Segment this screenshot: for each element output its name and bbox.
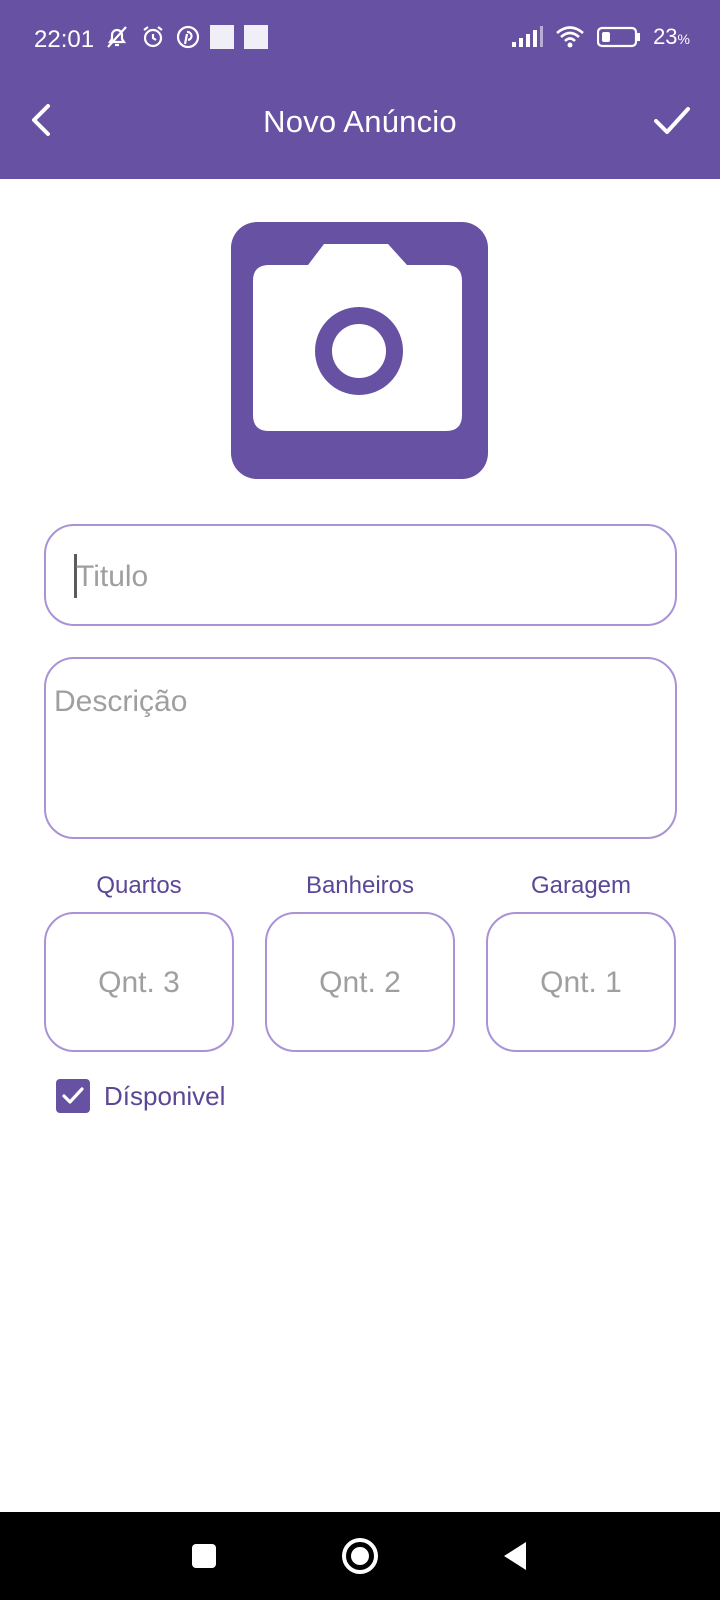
app-bar: Novo Anúncio [0, 80, 720, 179]
garagem-input[interactable]: Qnt. 1 [486, 912, 676, 1052]
app-square-icon [244, 25, 268, 49]
recents-icon[interactable] [182, 1534, 226, 1578]
page-title: Novo Anúncio [263, 104, 457, 139]
battery-percentage: 23% [653, 24, 690, 49]
description-placeholder: Descrição [54, 685, 188, 718]
status-notification-icons [104, 24, 268, 50]
status-time: 22:01 [34, 26, 95, 53]
available-checkbox-row[interactable]: Dísponivel [56, 1079, 225, 1113]
status-bar: 22:01 23% [0, 0, 720, 80]
camera-icon [253, 244, 462, 431]
available-checkbox[interactable] [56, 1079, 90, 1113]
wifi-icon [556, 26, 584, 48]
description-input[interactable]: Descrição [44, 657, 677, 839]
back-icon[interactable] [494, 1534, 538, 1578]
system-nav-bar [0, 1512, 720, 1600]
status-system-icons: 23% [511, 24, 690, 50]
garagem-placeholder: Qnt. 1 [540, 966, 622, 999]
signal-icon [512, 26, 544, 47]
banheiros-input[interactable]: Qnt. 2 [265, 912, 455, 1052]
home-icon[interactable] [338, 1534, 382, 1578]
pinterest-icon [176, 25, 200, 49]
banheiros-label: Banheiros [305, 872, 415, 899]
quartos-label: Quartos [96, 872, 182, 899]
available-label: Dísponivel [104, 1080, 226, 1111]
checkmark-icon [62, 1087, 84, 1104]
add-photo-button[interactable] [231, 222, 488, 479]
app-square-icon [210, 25, 234, 49]
title-placeholder: Titulo [76, 560, 149, 593]
quartos-placeholder: Qnt. 3 [98, 966, 180, 999]
banheiros-placeholder: Qnt. 2 [319, 966, 401, 999]
alarm-icon [143, 26, 163, 48]
check-icon[interactable] [652, 100, 692, 140]
quartos-input[interactable]: Qnt. 3 [44, 912, 234, 1052]
battery-icon [597, 26, 641, 48]
garagem-label: Garagem [530, 872, 632, 899]
mute-bell-icon [107, 26, 127, 48]
title-input[interactable]: Titulo [44, 524, 677, 626]
